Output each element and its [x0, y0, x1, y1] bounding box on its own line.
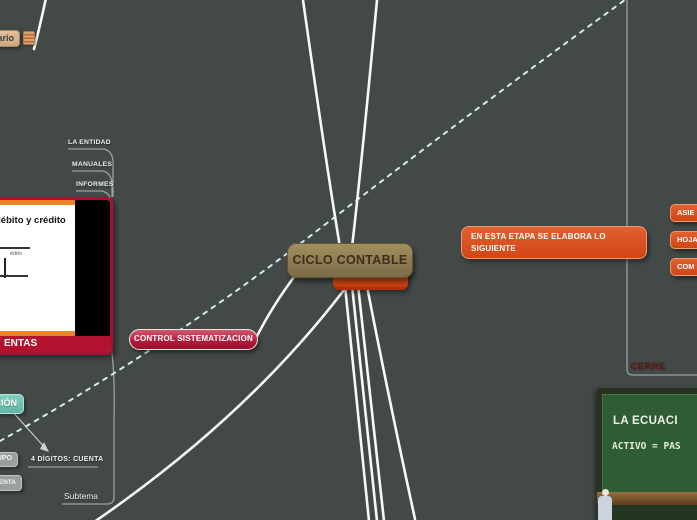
topic-informes[interactable]: INFORMES	[76, 181, 113, 188]
teacher-figure-body	[598, 496, 612, 520]
t-account-line	[0, 247, 30, 249]
comprobantes-node[interactable]: COM	[670, 258, 697, 276]
control-sistematizacion-node[interactable]: CONTROL SISTEMATIZACION	[129, 329, 258, 350]
codificacion-node[interactable]: CIÓN	[0, 394, 24, 414]
topic-manuales[interactable]: MANUALES	[72, 161, 112, 168]
chalkboard-equation: ACTIVO = PAS	[612, 441, 681, 452]
topic-4-digitos-cuenta[interactable]: 4 DÍGITOS: CUENTA	[31, 456, 104, 463]
mindmap-canvas[interactable]: ario LA ENTIDAD MANUALES INFORMES débito…	[0, 0, 697, 520]
central-topic-ciclo-contable[interactable]: CICLO CONTABLE	[287, 243, 413, 278]
t-account-label: édito	[10, 251, 22, 257]
topic-cierre[interactable]: CERRE	[630, 361, 666, 372]
notes-icon[interactable]	[23, 31, 35, 45]
grupo-node[interactable]: RUPO	[0, 452, 18, 467]
chalkboard-base	[597, 505, 697, 520]
hoja-node[interactable]: HOJA	[670, 231, 697, 249]
image-black-column	[75, 200, 110, 338]
diario-node[interactable]: ario	[0, 30, 20, 47]
t-account-line2	[0, 275, 28, 277]
teacher-figure-icon	[602, 489, 609, 496]
chalkboard-ledge	[597, 492, 697, 505]
plan-cuentas-title-bar: ENTAS	[0, 336, 110, 352]
etapa-note-node[interactable]: EN ESTA ETAPA SE ELABORA LO SIGUIENTE	[461, 226, 647, 259]
chalkboard-title: LA ECUACI	[613, 415, 678, 427]
image-strip-top	[0, 200, 75, 205]
topic-la-entidad[interactable]: LA ENTIDAD	[68, 139, 111, 146]
topic-subtema[interactable]: Subtema	[64, 491, 98, 501]
image-title: débito y crédito	[0, 215, 66, 226]
asientos-node[interactable]: ASIE	[670, 204, 697, 222]
cuenta-node[interactable]: CUENTA	[0, 475, 22, 491]
ecuacion-chalkboard-image[interactable]: LA ECUACI ACTIVO = PAS	[597, 388, 697, 520]
plan-cuentas-node[interactable]: débito y crédito édito ENTAS	[0, 197, 113, 355]
